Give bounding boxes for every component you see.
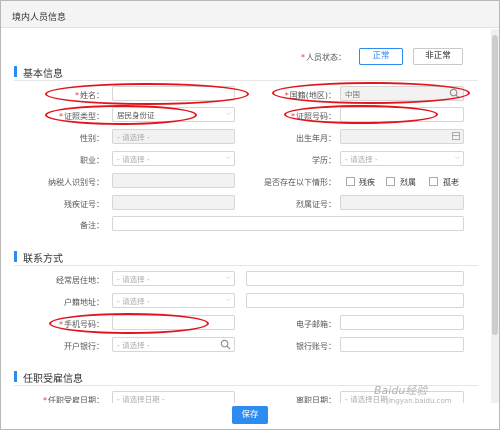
dialog-footer: 保存	[1, 403, 499, 429]
id-type-select[interactable]: 居民身份证 ⌵	[112, 107, 235, 122]
id-number-input[interactable]	[340, 107, 464, 122]
bank-select[interactable]: - 请选择 -	[112, 337, 235, 352]
calendar-icon	[452, 132, 460, 140]
martyr-cert-input[interactable]	[340, 195, 464, 210]
save-button[interactable]: 保存	[232, 406, 268, 424]
bank-placeholder: - 请选择 -	[117, 341, 150, 350]
household-select[interactable]: - 请选择 - ⌵	[112, 293, 235, 308]
status-normal-button[interactable]: 正常	[359, 48, 403, 65]
household-label: 户籍地址：	[64, 298, 104, 307]
vertical-scrollbar[interactable]	[491, 29, 499, 403]
account-label: 银行账号：	[296, 342, 336, 351]
taxpayer-id-input[interactable]	[112, 173, 235, 188]
section-marker	[14, 66, 17, 77]
disability-cert-input[interactable]	[112, 195, 235, 210]
elderly-checkbox-label: 孤老	[443, 178, 459, 187]
gender-placeholder: - 请选择 -	[117, 133, 150, 142]
phone-label: *手机号码：	[59, 320, 104, 329]
residence-detail-input[interactable]	[246, 271, 464, 286]
nationality-select[interactable]: 中国	[340, 86, 464, 101]
household-detail-input[interactable]	[246, 293, 464, 308]
section-marker	[14, 371, 17, 382]
residence-label: 经常居住地：	[56, 276, 104, 285]
education-label: 学历：	[312, 156, 336, 165]
id-type-value: 居民身份证	[117, 111, 155, 120]
disability-cert-label: 残疾证号：	[64, 200, 104, 209]
chevron-down-icon: ⌵	[225, 295, 231, 303]
search-icon[interactable]	[449, 88, 460, 99]
occupation-placeholder: - 请选择 -	[117, 155, 150, 164]
dialog-title: 境内人员信息	[12, 13, 67, 23]
section-divider	[14, 80, 478, 81]
residence-select[interactable]: - 请选择 - ⌵	[112, 271, 235, 286]
section-title-basic: 基本信息	[23, 69, 63, 80]
special-conditions-label: 是否存在以下情形：	[264, 178, 336, 187]
gender-label: 性别：	[80, 134, 104, 143]
email-label: 电子邮箱：	[296, 320, 336, 329]
search-icon[interactable]	[220, 339, 231, 350]
martyr-cert-label: 烈属证号：	[296, 200, 336, 209]
scrollbar-thumb[interactable]	[492, 35, 498, 335]
remark-label: 备注：	[80, 221, 104, 230]
taxpayer-id-label: 纳税人识别号：	[48, 178, 104, 187]
id-number-label: *证照号码：	[291, 112, 336, 121]
email-input[interactable]	[340, 315, 464, 330]
section-divider	[14, 265, 478, 266]
name-label: *姓名：	[75, 91, 104, 100]
birthdate-picker[interactable]	[340, 129, 464, 144]
name-input[interactable]	[112, 86, 235, 101]
education-select[interactable]: - 请选择 - ⌵	[340, 151, 464, 166]
section-title-contact: 联系方式	[23, 254, 63, 265]
gender-select[interactable]: - 请选择 -	[112, 129, 235, 144]
disability-checkbox[interactable]	[346, 177, 355, 186]
residence-placeholder: - 请选择 -	[117, 275, 150, 284]
section-marker	[14, 251, 17, 262]
dialog-titlebar: 境内人员信息	[1, 1, 499, 28]
status-abnormal-button[interactable]: 非正常	[413, 48, 463, 65]
martyr-checkbox[interactable]	[386, 177, 395, 186]
nationality-value: 中国	[345, 90, 360, 99]
phone-input[interactable]	[112, 315, 235, 330]
martyr-checkbox-label: 烈属	[400, 178, 416, 187]
elderly-checkbox[interactable]	[429, 177, 438, 186]
bank-label: 开户银行：	[64, 342, 104, 351]
baidu-watermark: Baidu经验	[374, 384, 428, 397]
education-placeholder: - 请选择 -	[345, 155, 378, 164]
disability-checkbox-label: 残疾	[359, 178, 375, 187]
chevron-down-icon: ⌵	[225, 153, 231, 161]
person-info-dialog: 境内人员信息 *人员状态： 正常 非正常 基本信息 *姓名： *国籍(地区)： …	[0, 0, 500, 430]
section-title-employment: 任职受雇信息	[23, 374, 83, 385]
baidu-watermark-url: jingyan.baidu.com	[387, 397, 452, 405]
status-label: *人员状态：	[301, 53, 346, 62]
household-placeholder: - 请选择 -	[117, 297, 150, 306]
nationality-label: *国籍(地区)：	[284, 91, 336, 100]
occupation-label: 职业：	[80, 156, 104, 165]
occupation-select[interactable]: - 请选择 - ⌵	[112, 151, 235, 166]
dialog-content: *人员状态： 正常 非正常 基本信息 *姓名： *国籍(地区)： 中国 *证照类…	[1, 29, 491, 429]
remark-input[interactable]	[112, 216, 464, 231]
chevron-down-icon: ⌵	[225, 273, 231, 281]
birthdate-label: 出生年月：	[296, 134, 336, 143]
chevron-down-icon: ⌵	[454, 153, 460, 161]
account-input[interactable]	[340, 337, 464, 352]
chevron-down-icon: ⌵	[225, 109, 231, 117]
id-type-label: *证照类型：	[59, 112, 104, 121]
